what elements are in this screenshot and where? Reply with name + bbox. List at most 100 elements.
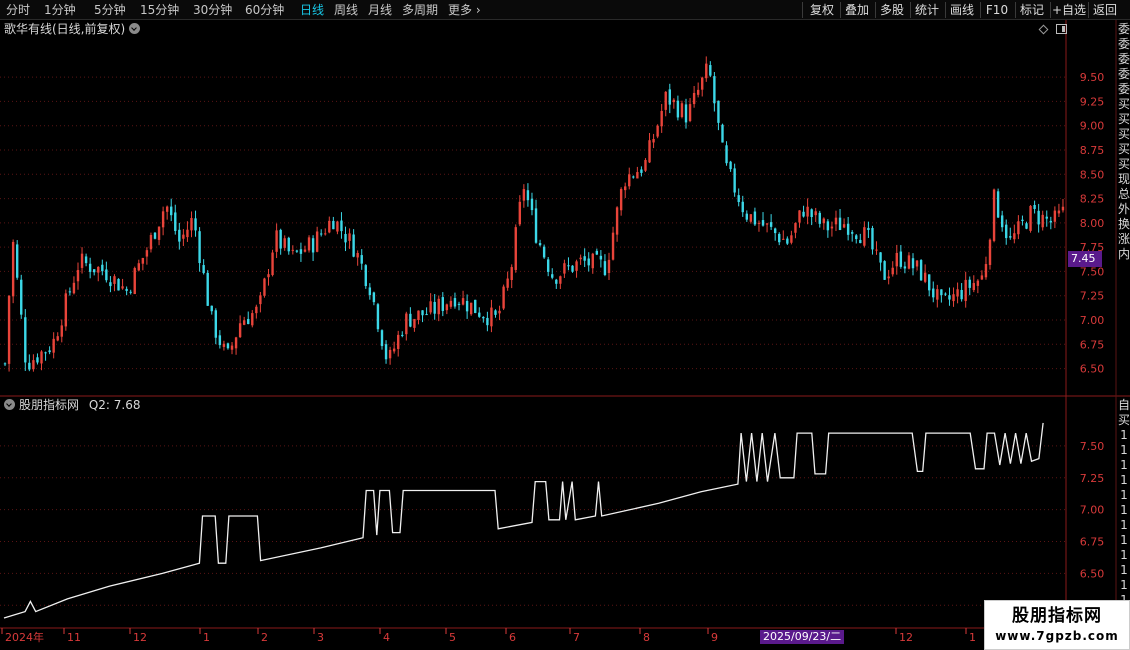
chevron-down-icon[interactable] [4, 399, 15, 410]
candle-down [15, 240, 19, 280]
candle-body [380, 330, 384, 347]
candle-down [571, 265, 574, 273]
chevron-down-icon[interactable] [129, 23, 141, 34]
candle-body [101, 264, 104, 272]
candle-body [352, 234, 355, 257]
candle-up [830, 221, 834, 237]
kline-chart[interactable]: 9.509.259.008.758.508.258.007.757.507.25… [0, 20, 1130, 650]
panel-layout-icon[interactable] [1056, 24, 1067, 34]
candle-body [506, 278, 509, 288]
candle-up [259, 291, 262, 313]
candle-body [88, 263, 92, 272]
period-tab-60min[interactable]: 60分钟 [245, 2, 284, 18]
candle-body [68, 291, 72, 293]
period-tab-more[interactable]: 更多 [448, 2, 481, 18]
candle-down [1009, 227, 1012, 240]
candle-body [952, 294, 955, 302]
price-tick-label: 8.75 [1080, 144, 1105, 157]
candle-body [482, 316, 485, 319]
draw-line-button[interactable]: 画线 [946, 1, 978, 19]
quote-info-char: 委 [1118, 82, 1130, 96]
multi-stock-button[interactable]: 多股 [876, 1, 908, 19]
candle-body [709, 65, 712, 76]
candle-body [93, 269, 96, 273]
candle-body [830, 226, 834, 229]
candle-body [542, 246, 546, 258]
candle-down [1000, 210, 1004, 232]
candle-up [397, 330, 400, 357]
candle-body [242, 320, 246, 325]
overlay-button[interactable]: 叠加 [841, 1, 873, 19]
candle-down [684, 98, 688, 129]
candle-up [137, 259, 140, 272]
period-tab-multi[interactable]: 多周期 [402, 2, 438, 18]
adjust-button[interactable]: 复权 [806, 1, 838, 19]
candle-body [7, 295, 11, 364]
candle-body [563, 263, 566, 274]
candle-body [518, 201, 522, 225]
candle-up [664, 91, 667, 117]
mark-button[interactable]: 标记 [1016, 1, 1048, 19]
candle-down [287, 236, 290, 255]
candle-body [688, 104, 692, 122]
back-button[interactable]: 返回 [1089, 1, 1121, 19]
candle-body [445, 304, 449, 311]
candle-body [749, 214, 753, 222]
indicator-tick-label: 7.50 [1080, 440, 1105, 453]
candle-down [20, 274, 23, 319]
toolbar-divider [802, 2, 803, 18]
candle-up [692, 86, 696, 108]
price-tick-label: 6.75 [1080, 338, 1105, 351]
time-tick-label: 4 [383, 631, 390, 644]
period-tab-daily[interactable]: 日线 [300, 2, 324, 18]
candle-body [478, 312, 481, 317]
period-tab-monthly[interactable]: 月线 [368, 2, 392, 18]
candle-body [311, 238, 315, 253]
candle-body [741, 201, 744, 213]
candle-body [603, 261, 607, 275]
statistics-button[interactable]: 统计 [911, 1, 943, 19]
candle-body [883, 261, 886, 280]
time-tick-label: 7 [573, 631, 580, 644]
candle-up [32, 354, 35, 372]
period-tab-5min[interactable]: 5分钟 [94, 2, 126, 18]
candle-up [696, 82, 700, 98]
f10-button[interactable]: F10 [981, 1, 1013, 19]
candle-body [846, 223, 850, 235]
candle-body [474, 299, 477, 313]
period-tab-intraday[interactable]: 分时 [6, 2, 30, 18]
candle-down [421, 310, 424, 323]
candle-down [295, 249, 299, 253]
candle-body [891, 267, 894, 275]
candle-body [624, 186, 627, 191]
candle-body [530, 198, 534, 211]
indicator-info-char: 1 [1120, 488, 1128, 502]
candle-body [145, 250, 149, 257]
indicator-info-char: 1 [1120, 473, 1128, 487]
candle-down [640, 166, 643, 177]
candle-body [619, 189, 623, 211]
candle-body [222, 343, 226, 347]
candle-body [328, 220, 331, 233]
candle-body [457, 303, 461, 305]
add-watchlist-button[interactable]: +自选 [1051, 1, 1087, 19]
candle-up [121, 278, 124, 290]
candle-body [186, 229, 189, 238]
candle-down [745, 210, 749, 222]
candle-body [76, 270, 80, 282]
candle-down [948, 287, 951, 306]
candle-body [461, 298, 465, 305]
period-tab-1min[interactable]: 1分钟 [44, 2, 76, 18]
candle-body [567, 265, 570, 267]
candle-down [88, 257, 92, 279]
candle-down [319, 229, 323, 237]
candle-body [555, 279, 558, 284]
candle-down [68, 287, 72, 296]
period-tab-weekly[interactable]: 周线 [334, 2, 358, 18]
period-tab-30min[interactable]: 30分钟 [193, 2, 232, 18]
candle-down [713, 72, 716, 112]
candle-up [923, 264, 927, 284]
candle-up [790, 230, 793, 245]
candle-body [109, 282, 112, 287]
period-tab-15min[interactable]: 15分钟 [140, 2, 179, 18]
